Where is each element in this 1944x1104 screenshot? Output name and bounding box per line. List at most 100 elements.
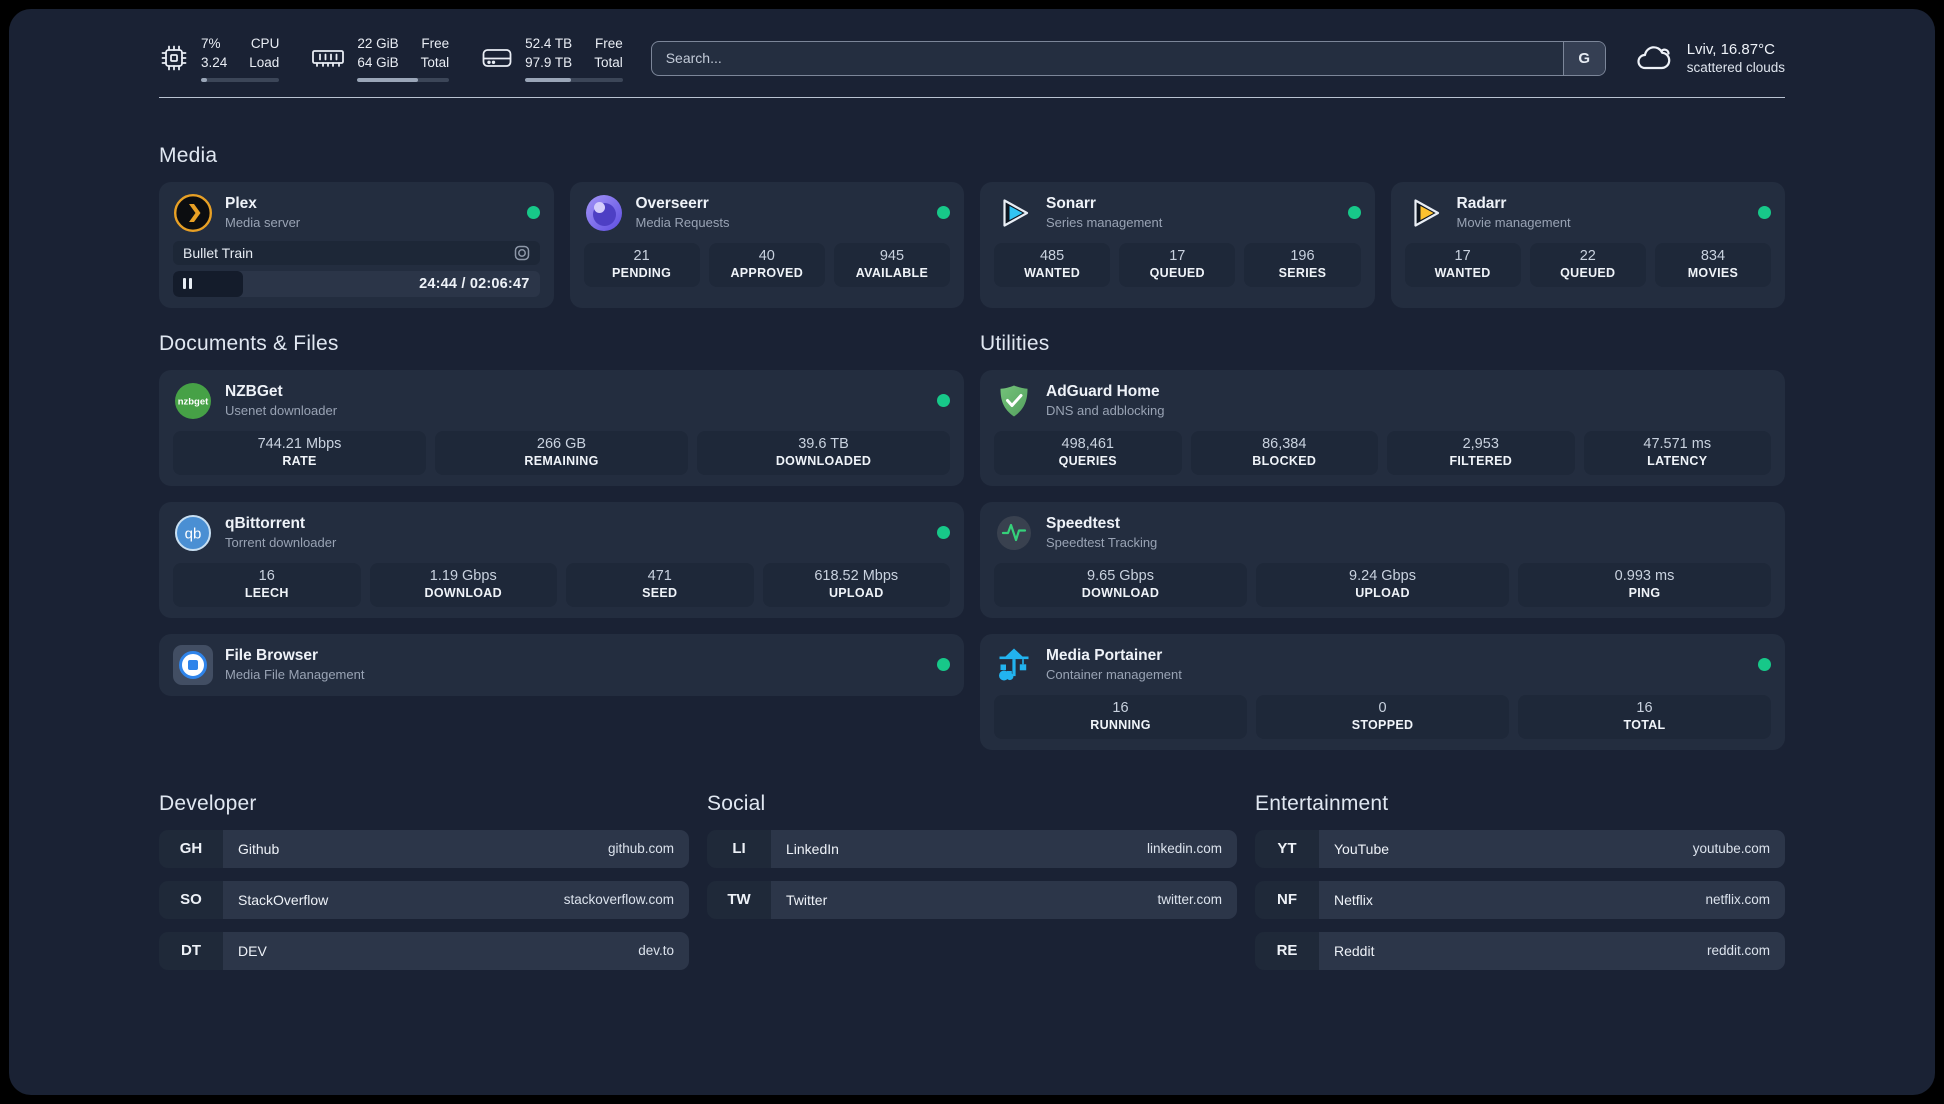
portainer-card-text: Media Portainer Container management: [1046, 647, 1182, 682]
stat-label: AVAILABLE: [855, 265, 929, 280]
plex-card[interactable]: Plex Media server Bullet Train 24:44 / 0…: [159, 181, 554, 308]
stat-queued: 22 QUEUED: [1529, 242, 1646, 287]
adguard-card[interactable]: AdGuard Home DNS and adblocking 498,461 …: [980, 369, 1785, 486]
stat-value: 47.571 ms: [1643, 435, 1712, 452]
status-badge: [937, 206, 950, 220]
app-subtitle: Media File Management: [225, 667, 365, 683]
camera-icon[interactable]: [514, 245, 530, 261]
sonarr-card[interactable]: Sonarr Series management 485 WANTED 17 Q…: [980, 181, 1375, 308]
entertainment-group-title: Entertainment: [1255, 791, 1389, 815]
app-subtitle: Usenet downloader: [225, 403, 338, 419]
pause-icon[interactable]: [183, 278, 192, 290]
disk-total-label: Total: [594, 54, 623, 70]
stat-wanted: 485 WANTED: [994, 242, 1111, 287]
developer-group: Developer GH Github github.com SO StackO…: [159, 792, 689, 970]
weather-widget[interactable]: Lviv, 16.87°C scattered clouds: [1634, 41, 1785, 75]
disk-stat-body: 52.4 TB 97.9 TB Free Total: [525, 35, 623, 82]
app-title: NZBGet: [225, 383, 283, 401]
bookmark-abbr: GH: [159, 829, 223, 868]
bookmark-name: Reddit: [1334, 942, 1375, 959]
portainer-card[interactable]: Media Portainer Container management 16 …: [980, 633, 1785, 750]
ram-free-value: 22 GiB: [357, 36, 399, 51]
stat-queued: 17 QUEUED: [1119, 242, 1236, 287]
app-subtitle: DNS and adblocking: [1046, 403, 1165, 419]
disk-progressbar: [525, 77, 623, 82]
search-input[interactable]: [650, 40, 1606, 76]
bookmark-abbr: RE: [1255, 931, 1319, 970]
overseerr-card-text: Overseerr Media Requests: [636, 195, 730, 230]
disk-values: 52.4 TB 97.9 TB: [525, 35, 572, 73]
bookmark-name: StackOverflow: [238, 891, 329, 908]
bookmark-reddit[interactable]: RE Reddit reddit.com: [1255, 931, 1785, 970]
stat-value: 196: [1290, 247, 1315, 264]
bookmark-url: stackoverflow.com: [563, 892, 674, 908]
stat-label: PING: [1628, 585, 1661, 600]
stat-label: STOPPED: [1351, 717, 1414, 732]
filebrowser-card-text: File Browser Media File Management: [225, 647, 364, 682]
bookmark-abbr: TW: [707, 880, 771, 919]
bookmark-url: twitter.com: [1157, 892, 1222, 908]
social-group: Social LI LinkedIn linkedin.com TW Twitt…: [707, 792, 1237, 970]
bookmark-name: DEV: [238, 942, 267, 959]
entertainment-group: Entertainment YT YouTube youtube.com NF …: [1255, 792, 1785, 970]
sonarr-icon: [1003, 199, 1029, 227]
stat-label: PENDING: [612, 265, 672, 280]
stat-label: DOWNLOADED: [775, 453, 872, 468]
bookmark-dev[interactable]: DT DEV dev.to: [159, 931, 689, 970]
disk-stat: 52.4 TB 97.9 TB Free Total: [481, 35, 623, 82]
bookmark-netflix[interactable]: NF Netflix netflix.com: [1255, 880, 1785, 919]
stat-value: 17: [1454, 247, 1471, 264]
app-subtitle: Container management: [1046, 667, 1182, 683]
disk-free-value: 52.4 TB: [525, 36, 573, 51]
status-badge: [1758, 658, 1771, 672]
stat-label: WANTED: [1434, 265, 1491, 280]
bookmark-url: youtube.com: [1692, 841, 1770, 857]
ram-free-label: Free: [421, 36, 450, 51]
cpu-icon: [161, 45, 187, 71]
google-search-button[interactable]: G: [1562, 41, 1605, 75]
stat-label: DOWNLOAD: [1081, 585, 1160, 600]
overseerr-card[interactable]: Overseerr Media Requests 21 PENDING 40 A…: [569, 181, 964, 308]
nzbget-card[interactable]: nzbget NZBGet Usenet downloader 744.21 M…: [159, 369, 964, 486]
stat-approved: 40 APPROVED: [708, 242, 825, 287]
stat-value: 0.993 ms: [1614, 567, 1675, 584]
app-subtitle: Torrent downloader: [225, 535, 337, 551]
ram-values: 22 GiB 64 GiB: [357, 35, 398, 73]
bookmark-abbr: NF: [1255, 880, 1319, 919]
playback-progressbar[interactable]: 24:44 / 02:06:47: [173, 270, 540, 297]
bookmark-stackoverflow[interactable]: SO StackOverflow stackoverflow.com: [159, 880, 689, 919]
bookmark-name: Github: [238, 840, 280, 857]
bookmark-linkedin[interactable]: LI LinkedIn linkedin.com: [707, 829, 1237, 868]
qbittorrent-card[interactable]: qb qBittorrent Torrent downloader 16 LEE…: [159, 501, 964, 618]
radarr-card-text: Radarr Movie management: [1457, 195, 1571, 230]
bookmark-name: YouTube: [1334, 840, 1390, 857]
ram-total-label: Total: [420, 54, 450, 70]
status-badge: [937, 394, 950, 408]
radarr-card[interactable]: Radarr Movie management 17 WANTED 22 QUE…: [1390, 181, 1785, 308]
bookmark-name: Netflix: [1334, 891, 1373, 908]
bookmark-abbr: LI: [707, 829, 771, 868]
filebrowser-card[interactable]: File Browser Media File Management: [159, 633, 964, 696]
stat-queries: 498,461 QUERIES: [994, 430, 1182, 475]
speedtest-card[interactable]: Speedtest Speedtest Tracking 9.65 Gbps D…: [980, 501, 1785, 618]
weather-text: Lviv, 16.87°C scattered clouds: [1687, 41, 1785, 75]
bookmark-youtube[interactable]: YT YouTube youtube.com: [1255, 829, 1785, 868]
stat-value: 498,461: [1061, 435, 1114, 452]
stat-value: 21: [633, 247, 650, 264]
stat-label: UPLOAD: [1355, 585, 1410, 600]
search-bar: G: [650, 40, 1606, 76]
bookmark-github[interactable]: GH Github github.com: [159, 829, 689, 868]
qbittorrent-card-text: qBittorrent Torrent downloader: [225, 515, 336, 550]
bookmark-twitter[interactable]: TW Twitter twitter.com: [707, 880, 1237, 919]
cpu-progressbar: [201, 77, 280, 82]
app-title: Radarr: [1456, 195, 1507, 213]
app-subtitle: Movie management: [1456, 215, 1571, 231]
media-section-title: Media: [159, 143, 218, 167]
stat-label: SEED: [642, 585, 678, 600]
cpu-label: CPU: [250, 36, 280, 51]
stat-value: 2,953: [1462, 435, 1499, 452]
developer-group-title: Developer: [159, 791, 257, 815]
header-divider: [159, 96, 1785, 98]
stat-pending: 21 PENDING: [583, 242, 700, 287]
playback-time: 24:44 / 02:06:47: [419, 275, 530, 292]
